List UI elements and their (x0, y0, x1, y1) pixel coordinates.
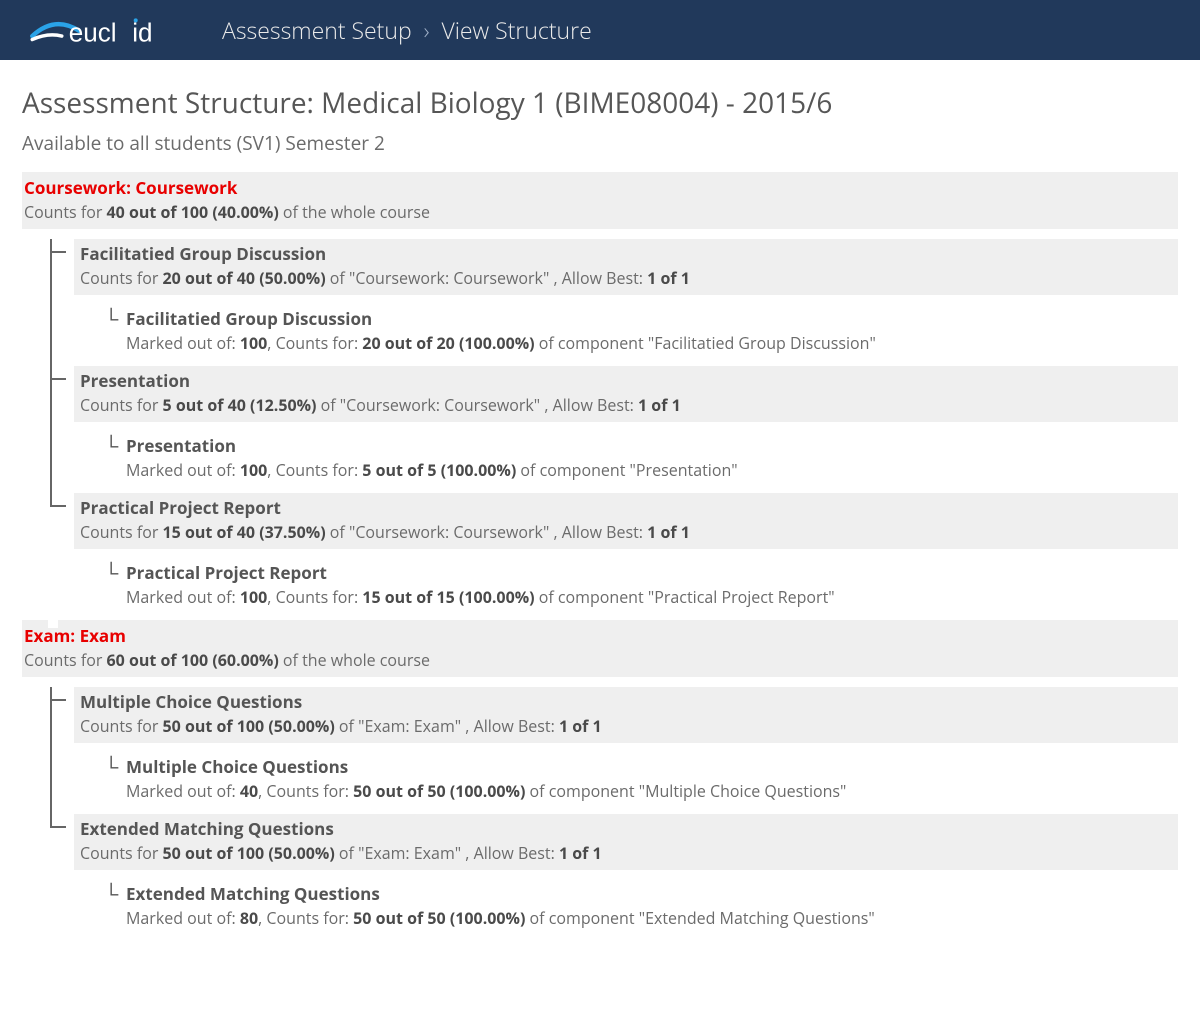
component-tree: Multiple Choice Questions Counts for 50 … (44, 687, 1178, 929)
assessment-item: └ Presentation Marked out of: 100, Count… (104, 434, 1178, 481)
component: Presentation Counts for 5 out of 40 (12.… (44, 366, 1178, 481)
section-weight: Counts for 40 out of 100 (40.00%) of the… (24, 201, 1176, 223)
item-detail: Marked out of: 100, Counts for: 5 out of… (126, 459, 1178, 481)
page-title: Assessment Structure: Medical Biology 1 … (22, 84, 1178, 122)
tree-corner-icon: └ (104, 559, 118, 586)
component-header: Facilitatied Group Discussion Counts for… (74, 239, 1178, 295)
breadcrumb-separator-icon: › (424, 14, 430, 46)
assessment-item: └ Extended Matching Questions Marked out… (104, 882, 1178, 929)
breadcrumb: Assessment Setup › View Structure (222, 14, 592, 46)
tree-corner-icon: └ (104, 305, 118, 332)
breadcrumb-current: View Structure (441, 14, 591, 46)
component-header: Presentation Counts for 5 out of 40 (12.… (74, 366, 1178, 422)
assessment-item: └ Multiple Choice Questions Marked out o… (104, 755, 1178, 802)
component-weight: Counts for 15 out of 40 (37.50%) of "Cou… (80, 521, 1172, 543)
svg-text:eucl: eucl (69, 17, 117, 47)
tree-corner-icon: └ (104, 753, 118, 780)
component-weight: Counts for 50 out of 100 (50.00%) of "Ex… (80, 715, 1172, 737)
component-weight: Counts for 50 out of 100 (50.00%) of "Ex… (80, 842, 1172, 864)
component-title: Extended Matching Questions (80, 817, 1172, 840)
section-weight: Counts for 60 out of 100 (60.00%) of the… (24, 649, 1176, 671)
euclid-logo-icon: eucl id (22, 10, 192, 50)
component-title: Practical Project Report (80, 496, 1172, 519)
assessment-section-header: Coursework: Coursework Counts for 40 out… (22, 172, 1178, 229)
item-detail: Marked out of: 100, Counts for: 15 out o… (126, 586, 1178, 608)
component-title: Facilitatied Group Discussion (80, 242, 1172, 265)
assessment-section-header: Exam: Exam Counts for 60 out of 100 (60.… (22, 620, 1178, 677)
brand-logo: eucl id (22, 10, 192, 50)
breadcrumb-root[interactable]: Assessment Setup (222, 14, 412, 46)
component-title: Presentation (80, 369, 1172, 392)
component-weight: Counts for 5 out of 40 (12.50%) of "Cour… (80, 394, 1172, 416)
component: Extended Matching Questions Counts for 5… (44, 814, 1178, 929)
component-header: Extended Matching Questions Counts for 5… (74, 814, 1178, 870)
item-detail: Marked out of: 40, Counts for: 50 out of… (126, 780, 1178, 802)
component: Multiple Choice Questions Counts for 50 … (44, 687, 1178, 802)
section-title: Coursework: Coursework (24, 176, 1176, 199)
component: Facilitatied Group Discussion Counts for… (44, 239, 1178, 354)
component-header: Practical Project Report Counts for 15 o… (74, 493, 1178, 549)
item-detail: Marked out of: 100, Counts for: 20 out o… (126, 332, 1178, 354)
tree-corner-icon: └ (104, 880, 118, 907)
app-header: eucl id Assessment Setup › View Structur… (0, 0, 1200, 60)
component-title: Multiple Choice Questions (80, 690, 1172, 713)
item-title: Presentation (126, 434, 1178, 457)
item-title: Facilitatied Group Discussion (126, 307, 1178, 330)
item-title: Extended Matching Questions (126, 882, 1178, 905)
component: Practical Project Report Counts for 15 o… (44, 493, 1178, 608)
component-weight: Counts for 20 out of 40 (50.00%) of "Cou… (80, 267, 1172, 289)
item-title: Multiple Choice Questions (126, 755, 1178, 778)
svg-text:id: id (132, 17, 152, 47)
main-content: Assessment Structure: Medical Biology 1 … (0, 60, 1200, 965)
component-header: Multiple Choice Questions Counts for 50 … (74, 687, 1178, 743)
component-tree: Facilitatied Group Discussion Counts for… (44, 239, 1178, 608)
section-title: Exam: Exam (24, 624, 1176, 647)
item-detail: Marked out of: 80, Counts for: 50 out of… (126, 907, 1178, 929)
tree-corner-icon: └ (104, 432, 118, 459)
assessment-item: └ Practical Project Report Marked out of… (104, 561, 1178, 608)
item-title: Practical Project Report (126, 561, 1178, 584)
assessment-item: └ Facilitatied Group Discussion Marked o… (104, 307, 1178, 354)
page-subtitle: Available to all students (SV1) Semester… (22, 130, 1178, 156)
